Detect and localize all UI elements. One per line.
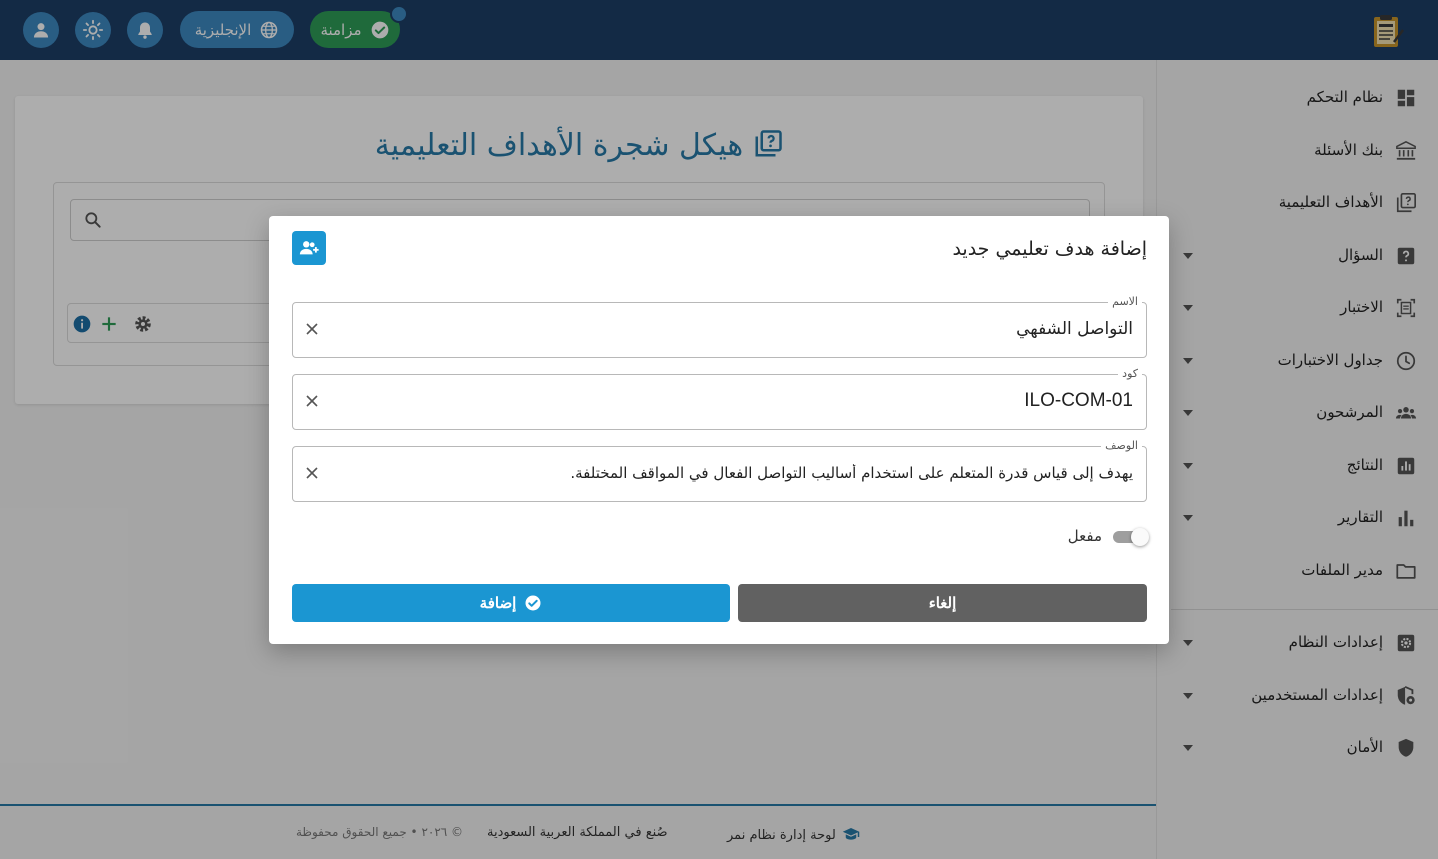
clear-code-icon[interactable] <box>305 394 319 408</box>
dialog-title: إضافة هدف تعليمي جديد <box>952 238 1147 260</box>
description-field-label: الوصف <box>1101 439 1142 453</box>
active-toggle-label: مفعل <box>1067 527 1102 545</box>
cancel-button[interactable]: إلغاء <box>738 584 1147 622</box>
clear-description-icon[interactable] <box>305 466 319 480</box>
description-input[interactable] <box>343 464 1133 482</box>
clear-name-icon[interactable] <box>305 322 319 336</box>
code-field[interactable]: كود <box>292 367 1147 430</box>
description-field[interactable]: الوصف <box>292 439 1147 502</box>
toggle-thumb <box>1131 528 1149 546</box>
active-toggle[interactable] <box>1113 528 1149 546</box>
add-button[interactable]: إضافة <box>292 584 730 622</box>
add-user-badge <box>292 231 326 265</box>
name-field[interactable]: الاسم <box>292 295 1147 358</box>
name-input[interactable] <box>343 319 1133 339</box>
add-button-label: إضافة <box>479 595 517 612</box>
add-user-icon <box>299 241 319 255</box>
check-circle-icon <box>525 595 541 611</box>
cancel-button-label: إلغاء <box>928 595 957 612</box>
code-input[interactable] <box>343 390 1133 412</box>
add-objective-dialog: إضافة هدف تعليمي جديد الاسم كود الوصف مف… <box>269 216 1169 644</box>
code-field-label: كود <box>1118 367 1142 381</box>
name-field-label: الاسم <box>1108 295 1142 309</box>
